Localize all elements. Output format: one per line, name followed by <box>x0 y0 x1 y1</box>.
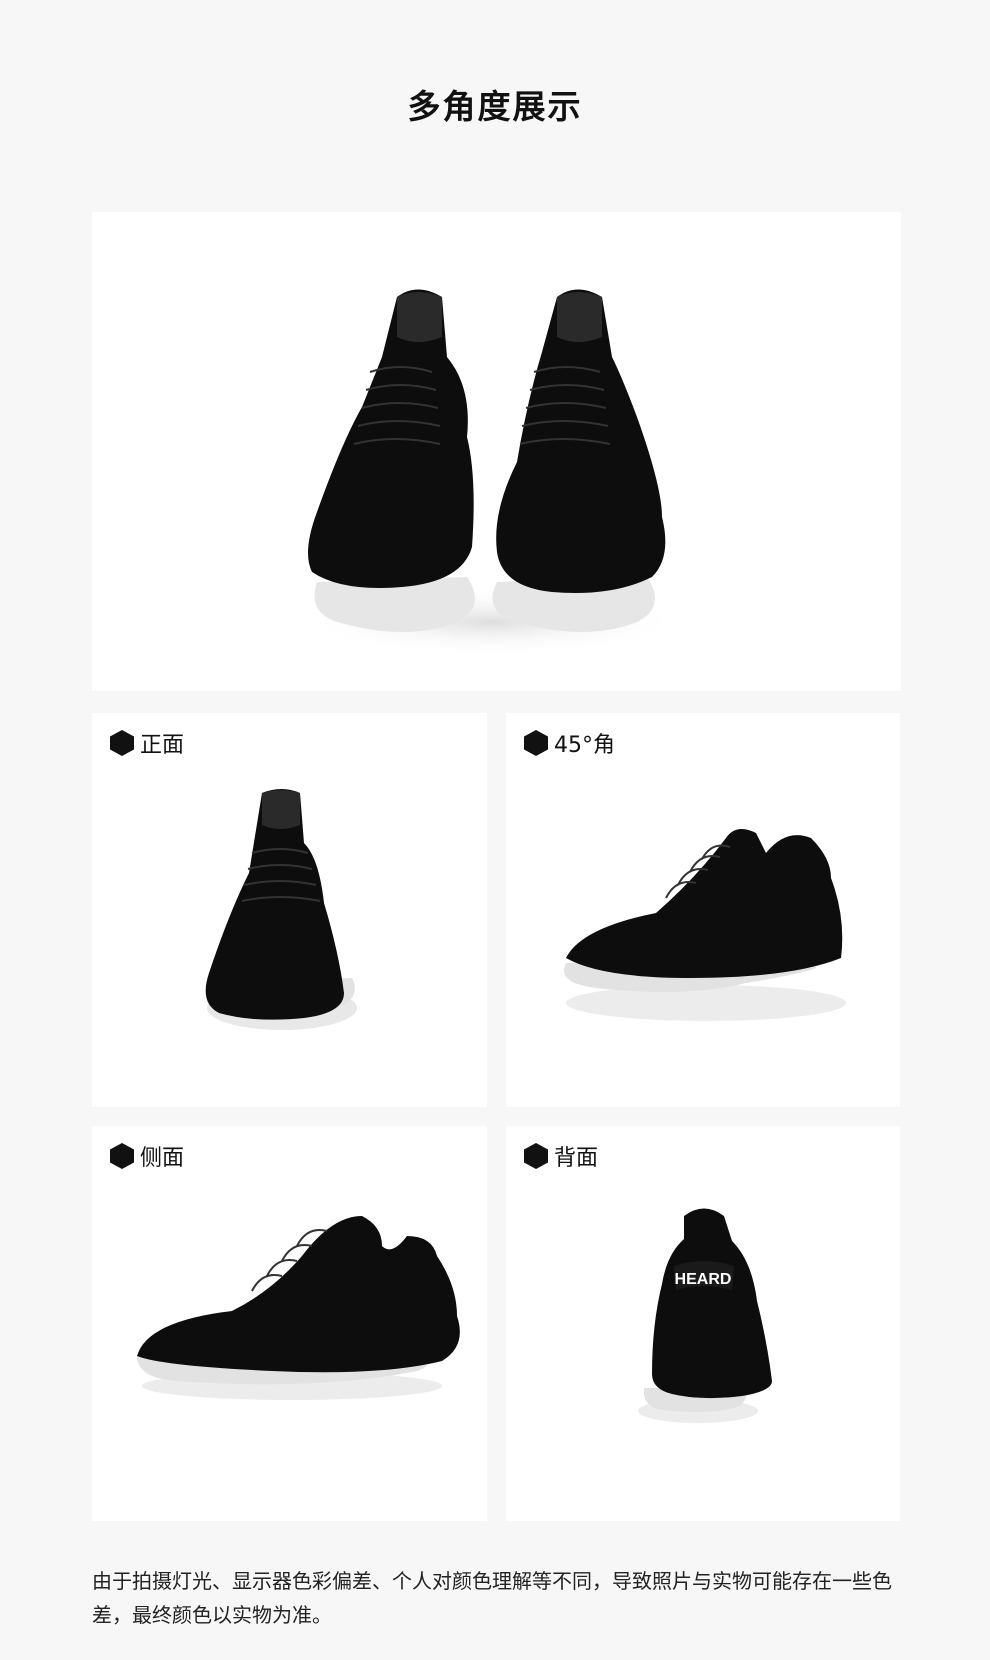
page-title: 多角度展示 <box>407 87 583 126</box>
shoe-45-angle-image <box>564 829 846 1021</box>
front-view-panel: 正面 <box>92 713 487 1107</box>
shoe-pair-front-image <box>302 289 682 657</box>
shoe-side-image <box>137 1216 460 1400</box>
back-view-panel: 背面 HEARD <box>506 1126 900 1521</box>
shoe-front-image <box>205 789 357 1030</box>
shoe-back-image: HEARD <box>638 1208 772 1423</box>
side-view-panel: 侧面 <box>92 1126 487 1521</box>
heard-logo-text: HEARD <box>675 1271 732 1288</box>
hero-image-panel <box>92 212 901 691</box>
color-disclaimer-text: 由于拍摄灯光、显示器色彩偏差、个人对颜色理解等不同，导致照片与实物可能存在一些色… <box>92 1569 892 1627</box>
angle-45-view-panel: 45°角 <box>506 713 900 1107</box>
